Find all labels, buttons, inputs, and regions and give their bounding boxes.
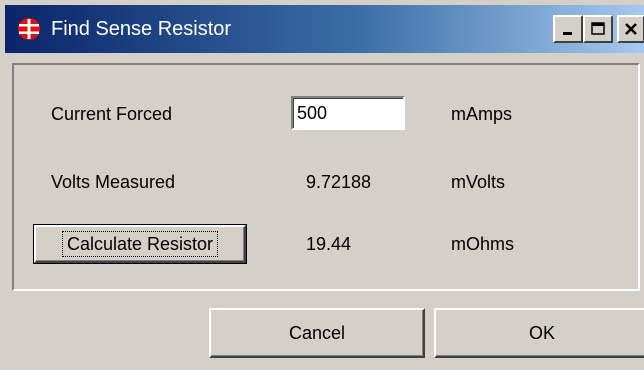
maximize-button[interactable]	[583, 15, 613, 43]
current-forced-label: Current Forced	[51, 104, 173, 124]
window-title: Find Sense Resistor	[51, 18, 232, 40]
app-red-circle-icon	[18, 18, 40, 40]
calculate-resistor-button[interactable]: Calculate Resistor	[33, 224, 247, 264]
current-forced-input[interactable]	[291, 96, 405, 130]
find-sense-resistor-dialog: Find Sense Resistor Current Forced mAmps…	[0, 0, 644, 370]
title-bar[interactable]: Find Sense Resistor	[5, 5, 644, 53]
minimize-button[interactable]	[553, 15, 583, 43]
volts-unit-label: mVolts	[451, 172, 506, 192]
cancel-button[interactable]: Cancel	[209, 308, 425, 358]
maximize-icon	[591, 22, 605, 35]
volts-measured-label: Volts Measured	[51, 172, 176, 192]
close-button[interactable]	[617, 15, 644, 43]
current-unit-label: mAmps	[451, 104, 513, 124]
ok-button[interactable]: OK	[434, 308, 644, 358]
volts-measured-value: 9.72188	[306, 172, 372, 192]
close-icon	[625, 23, 637, 35]
resistor-value: 19.44	[306, 234, 352, 254]
minimize-icon	[563, 32, 572, 35]
calculate-resistor-label: Calculate Resistor	[61, 231, 219, 257]
resistor-unit-label: mOhms	[451, 234, 514, 254]
